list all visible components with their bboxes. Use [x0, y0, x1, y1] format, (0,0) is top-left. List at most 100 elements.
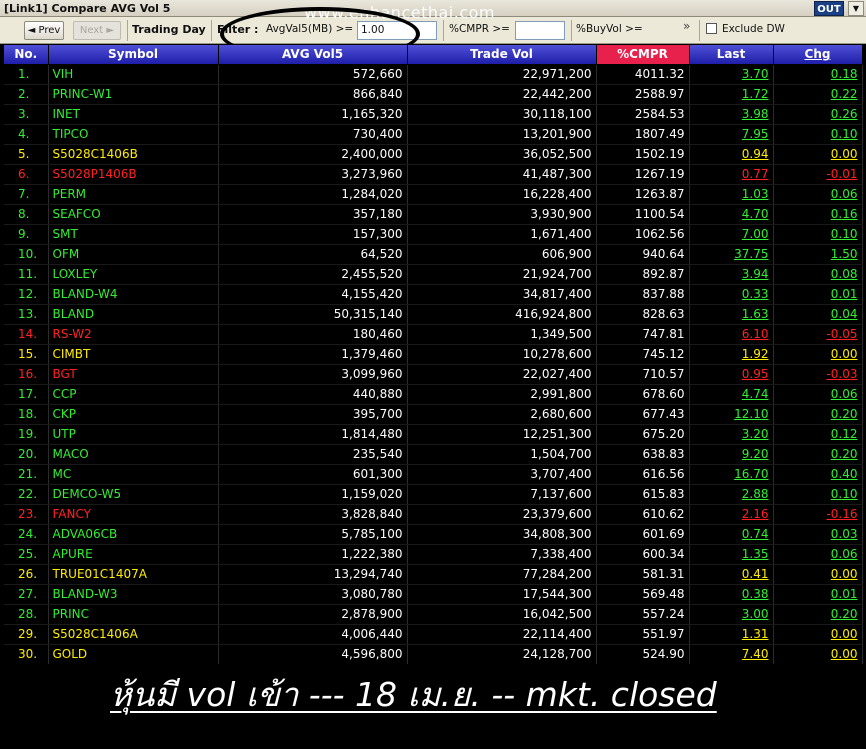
change-link[interactable]: 0.08: [773, 264, 863, 285]
checkbox-box[interactable]: [706, 23, 717, 34]
symbol-cell[interactable]: VIH: [48, 64, 219, 85]
symbol-cell[interactable]: CIMBT: [48, 344, 219, 365]
last-price-link[interactable]: 1.72: [689, 84, 774, 105]
table-row[interactable]: 23. FANCY 3,828,840 23,379,600 610.62 2.16 -0.…: [4, 504, 863, 525]
chevron-down-icon[interactable]: ▼: [848, 1, 864, 16]
change-link[interactable]: 0.26: [773, 104, 863, 125]
change-link[interactable]: 0.16: [773, 204, 863, 225]
table-row[interactable]: 29. S5028C1406A 4,006,440 22,114,400 551.97 1…: [4, 624, 863, 645]
expand-icon[interactable]: »: [683, 19, 690, 33]
col-header-avg-vol5[interactable]: AVG Vol5: [218, 45, 408, 65]
table-row[interactable]: 16. BGT 3,099,960 22,027,400 710.57 0.95 -0.03: [4, 364, 863, 385]
col-header-symbol[interactable]: Symbol: [48, 45, 219, 65]
table-row[interactable]: 2. PRINC-W1 866,840 22,442,200 2588.97 1.72 0.…: [4, 84, 863, 105]
table-row[interactable]: 3. INET 1,165,320 30,118,100 2584.53 3.98 0.26: [4, 104, 863, 125]
change-link[interactable]: -0.16: [773, 504, 863, 525]
symbol-cell[interactable]: OFM: [48, 244, 219, 265]
table-row[interactable]: 17. CCP 440,880 2,991,800 678.60 4.74 0.06: [4, 384, 863, 405]
change-link[interactable]: 0.06: [773, 184, 863, 205]
last-price-link[interactable]: 0.74: [689, 524, 774, 545]
table-row[interactable]: 6. S5028P1406B 3,273,960 41,487,300 1267.19 0…: [4, 164, 863, 185]
symbol-cell[interactable]: FANCY: [48, 504, 219, 525]
symbol-cell[interactable]: MACO: [48, 444, 219, 465]
symbol-cell[interactable]: INET: [48, 104, 219, 125]
change-link[interactable]: 1.50: [773, 244, 863, 265]
change-link[interactable]: 0.20: [773, 444, 863, 465]
change-link[interactable]: -0.03: [773, 364, 863, 385]
symbol-cell[interactable]: PERM: [48, 184, 219, 205]
last-price-link[interactable]: 0.33: [689, 284, 774, 305]
last-price-link[interactable]: 0.94: [689, 144, 774, 165]
symbol-cell[interactable]: PRINC: [48, 604, 219, 625]
change-link[interactable]: 0.22: [773, 84, 863, 105]
symbol-cell[interactable]: S5028C1406A: [48, 624, 219, 645]
table-row[interactable]: 4. TIPCO 730,400 13,201,900 1807.49 7.95 0.10: [4, 124, 863, 145]
symbol-cell[interactable]: GOLD: [48, 644, 219, 665]
last-price-link[interactable]: 0.38: [689, 584, 774, 605]
last-price-link[interactable]: 0.95: [689, 364, 774, 385]
last-price-link[interactable]: 3.94: [689, 264, 774, 285]
table-row[interactable]: 14. RS-W2 180,460 1,349,500 747.81 6.10 -0.05: [4, 324, 863, 345]
last-price-link[interactable]: 4.74: [689, 384, 774, 405]
change-link[interactable]: 0.12: [773, 424, 863, 445]
symbol-cell[interactable]: BLAND-W3: [48, 584, 219, 605]
change-link[interactable]: 0.01: [773, 584, 863, 605]
change-link[interactable]: 0.00: [773, 564, 863, 585]
col-header-no[interactable]: No.: [4, 45, 49, 65]
table-row[interactable]: 30. GOLD 4,596,800 24,128,700 524.90 7.40 0.00: [4, 644, 863, 665]
change-link[interactable]: 0.00: [773, 644, 863, 665]
change-link[interactable]: 0.20: [773, 604, 863, 625]
table-row[interactable]: 22. DEMCO-W5 1,159,020 7,137,600 615.83 2.88 0…: [4, 484, 863, 505]
last-price-link[interactable]: 2.88: [689, 484, 774, 505]
change-link[interactable]: 0.00: [773, 144, 863, 165]
table-row[interactable]: 1. VIH 572,660 22,971,200 4011.32 3.70 0.18: [4, 64, 863, 85]
last-price-link[interactable]: 3.20: [689, 424, 774, 445]
exclude-dw-checkbox[interactable]: Exclude DW: [706, 23, 785, 35]
table-row[interactable]: 12. BLAND-W4 4,155,420 34,817,400 837.88 0.33…: [4, 284, 863, 305]
last-price-link[interactable]: 1.31: [689, 624, 774, 645]
symbol-cell[interactable]: S5028P1406B: [48, 164, 219, 185]
table-row[interactable]: 9. SMT 157,300 1,671,400 1062.56 7.00 0.10: [4, 224, 863, 245]
table-row[interactable]: 19. UTP 1,814,480 12,251,300 675.20 3.20 0.12: [4, 424, 863, 445]
table-row[interactable]: 26. TRUE01C1407A 13,294,740 77,284,200 581.3…: [4, 564, 863, 585]
table-row[interactable]: 18. CKP 395,700 2,680,600 677.43 12.10 0.20: [4, 404, 863, 425]
last-price-link[interactable]: 9.20: [689, 444, 774, 465]
change-link[interactable]: -0.05: [773, 324, 863, 345]
symbol-cell[interactable]: ADVA06CB: [48, 524, 219, 545]
change-link[interactable]: 0.10: [773, 484, 863, 505]
table-row[interactable]: 11. LOXLEY 2,455,520 21,924,700 892.87 3.94 0.…: [4, 264, 863, 285]
table-row[interactable]: 27. BLAND-W3 3,080,780 17,544,300 569.48 0.38…: [4, 584, 863, 605]
symbol-cell[interactable]: MC: [48, 464, 219, 485]
last-price-link[interactable]: 7.95: [689, 124, 774, 145]
last-price-link[interactable]: 0.77: [689, 164, 774, 185]
table-row[interactable]: 15. CIMBT 1,379,460 10,278,600 745.12 1.92 0.0…: [4, 344, 863, 365]
symbol-cell[interactable]: CKP: [48, 404, 219, 425]
out-button[interactable]: OUT: [814, 1, 844, 16]
last-price-link[interactable]: 37.75: [689, 244, 774, 265]
change-link[interactable]: 0.20: [773, 404, 863, 425]
symbol-cell[interactable]: BLAND-W4: [48, 284, 219, 305]
symbol-cell[interactable]: RS-W2: [48, 324, 219, 345]
symbol-cell[interactable]: UTP: [48, 424, 219, 445]
last-price-link[interactable]: 3.00: [689, 604, 774, 625]
next-button[interactable]: Next ►: [73, 21, 121, 40]
col-header-trade-vol[interactable]: Trade Vol: [407, 45, 597, 65]
last-price-link[interactable]: 3.98: [689, 104, 774, 125]
change-link[interactable]: 0.10: [773, 224, 863, 245]
last-price-link[interactable]: 1.63: [689, 304, 774, 325]
change-link[interactable]: 0.00: [773, 344, 863, 365]
symbol-cell[interactable]: PRINC-W1: [48, 84, 219, 105]
table-row[interactable]: 28. PRINC 2,878,900 16,042,500 557.24 3.00 0.2…: [4, 604, 863, 625]
col-header-chg[interactable]: Chg: [773, 45, 863, 65]
change-link[interactable]: 0.00: [773, 624, 863, 645]
symbol-cell[interactable]: CCP: [48, 384, 219, 405]
table-row[interactable]: 21. MC 601,300 3,707,400 616.56 16.70 0.40: [4, 464, 863, 485]
change-link[interactable]: 0.01: [773, 284, 863, 305]
change-link[interactable]: -0.01: [773, 164, 863, 185]
symbol-cell[interactable]: BLAND: [48, 304, 219, 325]
table-row[interactable]: 5. S5028C1406B 2,400,000 36,052,500 1502.19 0…: [4, 144, 863, 165]
change-link[interactable]: 0.03: [773, 524, 863, 545]
symbol-cell[interactable]: TRUE01C1407A: [48, 564, 219, 585]
last-price-link[interactable]: 1.92: [689, 344, 774, 365]
change-link[interactable]: 0.06: [773, 544, 863, 565]
